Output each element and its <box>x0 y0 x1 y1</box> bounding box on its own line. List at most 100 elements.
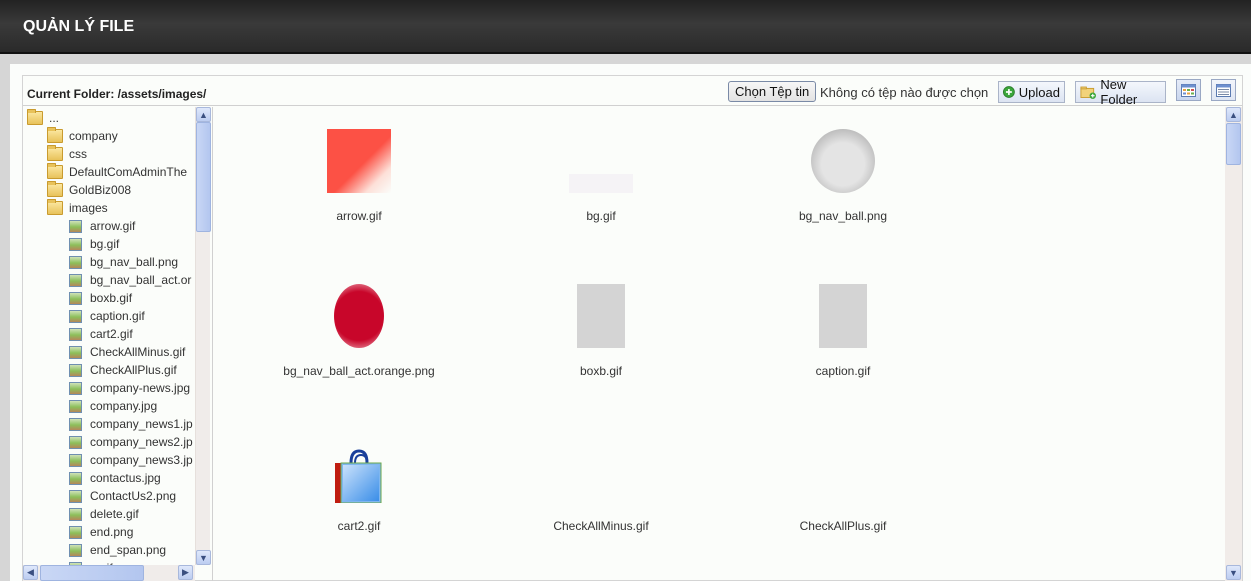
image-file-icon <box>69 435 82 449</box>
file-thumbnail <box>569 129 633 193</box>
tree-file[interactable]: arrow.gif <box>68 217 135 235</box>
grid-view-icon <box>1181 83 1196 97</box>
tree-folder-label: GoldBiz008 <box>69 183 132 197</box>
tree-file-label: contactus.jpg <box>90 471 161 485</box>
image-file-icon <box>69 543 82 557</box>
file-item[interactable]: CheckAllMinus.gif <box>480 422 722 562</box>
file-item[interactable]: caption.gif <box>722 267 964 407</box>
file-thumbnail <box>333 449 385 504</box>
file-item[interactable]: cart2.gif <box>238 422 480 562</box>
image-file-icon <box>69 237 82 251</box>
tree-file[interactable]: company.jpg <box>68 397 157 415</box>
file-item[interactable]: bg.gif <box>480 112 722 252</box>
tree-file[interactable]: caption.gif <box>68 307 145 325</box>
image-file-icon <box>69 453 82 467</box>
image-file-icon <box>69 309 82 323</box>
tree-vertical-scrollbar[interactable]: ▲ ▼ <box>195 107 211 565</box>
tree-file[interactable]: cart2.gif <box>68 325 133 343</box>
file-name: bg_nav_ball_act.orange.png <box>283 364 435 378</box>
choose-file-button[interactable]: Chọn Tệp tin <box>728 81 817 102</box>
file-manager-panel: Current Folder: /assets/images/ Chọn Tệp… <box>22 75 1243 581</box>
image-file-icon <box>69 417 82 431</box>
scroll-right-button[interactable]: ▶ <box>178 565 193 580</box>
tree-file[interactable]: CheckAllPlus.gif <box>68 361 177 379</box>
tree-file[interactable]: contactus.jpg <box>68 469 161 487</box>
grid-scroll-thumb[interactable] <box>1226 123 1241 165</box>
tree-folder[interactable]: company <box>47 127 118 145</box>
file-item[interactable]: arrow.gif <box>238 112 480 252</box>
tree-folder[interactable]: images <box>47 199 108 217</box>
scroll-down-button[interactable]: ▼ <box>196 550 211 565</box>
h-scroll-thumb[interactable] <box>40 565 144 581</box>
new-folder-button[interactable]: New Folder <box>1075 77 1166 107</box>
app-header: QUẢN LÝ FILE <box>0 0 1251 54</box>
list-view-button[interactable] <box>1211 79 1236 101</box>
tree-file-label: CheckAllPlus.gif <box>90 363 177 377</box>
tree-horizontal-scrollbar[interactable]: ◀ ▶ <box>23 565 195 581</box>
tree-file-label: bg_nav_ball.png <box>90 255 179 269</box>
folder-open-icon <box>47 199 63 215</box>
scroll-up-button[interactable]: ▲ <box>196 107 211 122</box>
tree-file[interactable]: end_span.png <box>68 541 166 559</box>
tree-file[interactable]: company-news.jpg <box>68 379 190 397</box>
grid-scroll-down-button[interactable]: ▼ <box>1226 565 1241 580</box>
current-folder-label: Current Folder: /assets/images/ <box>27 87 207 101</box>
tree-folder[interactable]: css <box>47 145 87 163</box>
tree-file[interactable]: company_news2.jp <box>68 433 193 451</box>
page-title: QUẢN LÝ FILE <box>23 18 135 35</box>
tree-file[interactable]: end.png <box>68 523 133 541</box>
tree-folder-label: css <box>69 147 87 161</box>
folder-icon <box>47 181 63 197</box>
file-name: bg_nav_ball.png <box>798 209 888 223</box>
scroll-thumb[interactable] <box>196 122 211 232</box>
file-name: boxb.gif <box>579 364 623 378</box>
tree-file[interactable]: bg_nav_ball_act.or <box>68 271 191 289</box>
file-name: CheckAllMinus.gif <box>553 519 649 533</box>
folder-icon <box>47 145 63 161</box>
tree-file[interactable]: ContactUs2.png <box>68 487 176 505</box>
file-thumbnail <box>334 284 384 348</box>
file-item[interactable]: bg_nav_ball.png <box>722 112 964 252</box>
tree-file-label: arrow.gif <box>90 219 136 233</box>
tree-file[interactable]: bg_nav_ball.png <box>68 253 178 271</box>
tree-file-label: boxb.gif <box>90 291 133 305</box>
tree-file-label: company-news.jpg <box>90 381 191 395</box>
scroll-left-button[interactable]: ◀ <box>23 565 38 580</box>
folder-open-icon <box>27 109 43 125</box>
tree-folder-label: images <box>69 201 108 215</box>
tree-file-label: company.jpg <box>90 399 158 413</box>
tree-file-label: cart2.gif <box>90 327 133 341</box>
tree-file-label: company_news2.jp <box>90 435 193 449</box>
image-file-icon <box>69 471 82 485</box>
upload-plus-icon <box>1003 86 1015 98</box>
file-thumbnail <box>577 284 625 348</box>
tree-file[interactable]: delete.gif <box>68 505 139 523</box>
image-file-icon <box>69 219 82 233</box>
tree-file[interactable]: company_news1.jp <box>68 415 193 433</box>
tree-file[interactable]: boxb.gif <box>68 289 132 307</box>
tree-file[interactable]: company_news3.jp <box>68 451 193 469</box>
tree-file-label: end_span.png <box>90 543 167 557</box>
tree-file[interactable]: bg.gif <box>68 235 119 253</box>
file-item[interactable]: CheckAllPlus.gif <box>722 422 964 562</box>
tree-folder[interactable]: GoldBiz008 <box>47 181 131 199</box>
image-file-icon <box>69 327 82 341</box>
toolbar: Current Folder: /assets/images/ Chọn Tệp… <box>23 76 1242 107</box>
upload-button[interactable]: Upload <box>998 81 1065 103</box>
tree-file-label: company_news1.jp <box>90 417 193 431</box>
grid-vertical-scrollbar[interactable]: ▲ ▼ <box>1225 107 1242 581</box>
file-item[interactable]: bg_nav_ball_act.orange.png <box>238 267 480 407</box>
file-name: CheckAllPlus.gif <box>799 519 887 533</box>
file-item[interactable]: boxb.gif <box>480 267 722 407</box>
image-file-icon <box>69 255 82 269</box>
tree-folder[interactable]: DefaultComAdminThe <box>47 163 187 181</box>
tree-file[interactable]: CheckAllMinus.gif <box>68 343 185 361</box>
upload-label: Upload <box>1018 84 1060 100</box>
thumbnail-view-button[interactable] <box>1176 79 1201 101</box>
folder-tree: ... company css DefaultComAdminThe GoldBiz0… <box>23 107 213 581</box>
tree-root[interactable]: ... <box>27 109 59 127</box>
file-thumbnail <box>811 129 875 193</box>
grid-scroll-up-button[interactable]: ▲ <box>1226 107 1241 122</box>
list-view-icon <box>1216 83 1231 97</box>
folder-icon <box>47 163 63 179</box>
